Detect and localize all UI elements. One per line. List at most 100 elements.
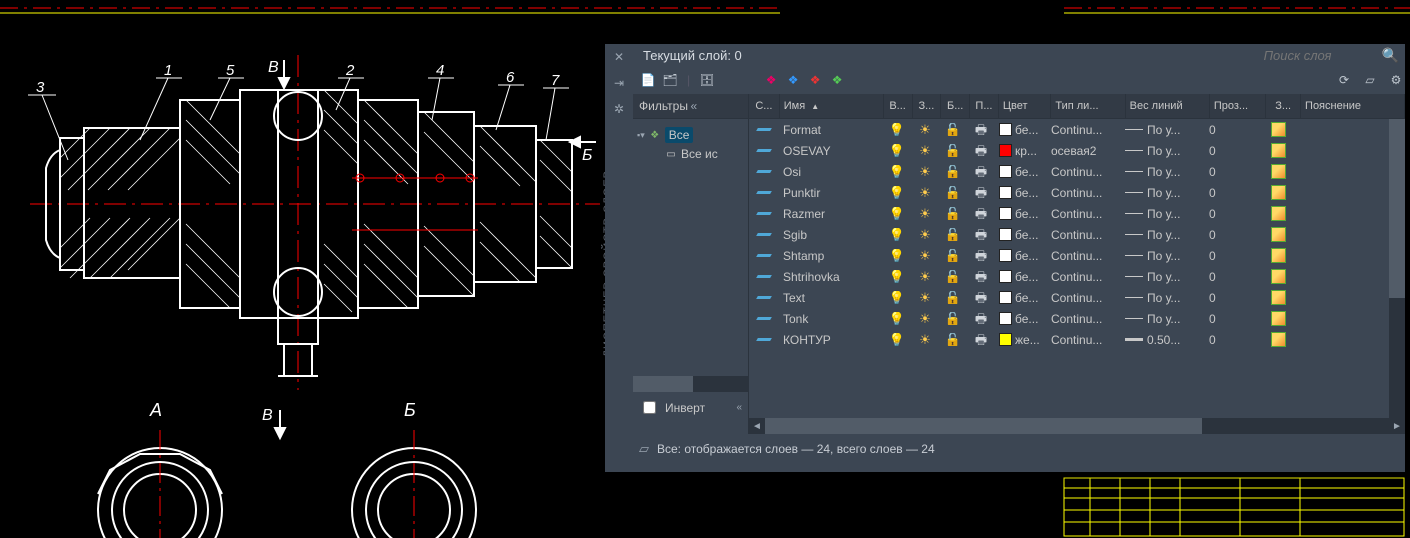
layer-transparency-cell[interactable]: 0 — [1205, 291, 1261, 305]
hscroll-right-icon[interactable]: ► — [1389, 421, 1405, 432]
col-linetype[interactable]: Тип ли... — [1051, 94, 1125, 118]
layer-name-cell[interactable]: Tonk — [779, 312, 883, 326]
plotstyle-icon[interactable] — [1271, 248, 1286, 263]
layer-color-cell[interactable]: бе... — [995, 165, 1047, 179]
lightbulb-icon[interactable]: 💡 — [889, 312, 905, 325]
printer-icon[interactable]: 🖶 — [975, 291, 987, 304]
layer-transparency-cell[interactable]: 0 — [1205, 228, 1261, 242]
layer-row[interactable]: Sgib💡☀🔓🖶бе...Continu...По у...0 — [749, 224, 1405, 245]
pin-icon[interactable]: ⇥ — [612, 76, 626, 90]
plotstyle-icon[interactable] — [1271, 227, 1286, 242]
layer-filter-blue-icon[interactable]: ❖ — [784, 71, 802, 89]
layer-linetype-cell[interactable]: Continu... — [1047, 291, 1121, 305]
layer-transparency-cell[interactable]: 0 — [1205, 249, 1261, 263]
lightbulb-icon[interactable]: 💡 — [889, 207, 905, 220]
layer-lineweight-cell[interactable]: По у... — [1121, 207, 1205, 221]
lock-open-icon[interactable]: 🔓 — [945, 186, 961, 199]
layer-linetype-cell[interactable]: Continu... — [1047, 270, 1121, 284]
plotstyle-icon[interactable] — [1271, 311, 1286, 326]
layer-transparency-cell[interactable]: 0 — [1205, 333, 1261, 347]
sun-icon[interactable]: ☀ — [919, 165, 931, 178]
layer-hscroll[interactable]: ◄ ► — [749, 418, 1405, 434]
lightbulb-icon[interactable]: 💡 — [889, 249, 905, 262]
layer-name-cell[interactable]: Punktir — [779, 186, 883, 200]
layer-state-manager-icon[interactable]: 🗄 — [698, 71, 716, 89]
col-on[interactable]: В... — [884, 94, 913, 118]
lightbulb-icon[interactable]: 💡 — [889, 186, 905, 199]
layer-filter-red2-icon[interactable]: ❖ — [806, 71, 824, 89]
layer-row[interactable]: Razmer💡☀🔓🖶бе...Continu...По у...0 — [749, 203, 1405, 224]
layer-row[interactable]: Text💡☀🔓🖶бе...Continu...По у...0 — [749, 287, 1405, 308]
lock-open-icon[interactable]: 🔓 — [945, 207, 961, 220]
printer-icon[interactable]: 🖶 — [975, 333, 987, 346]
lightbulb-icon[interactable]: 💡 — [889, 228, 905, 241]
layer-name-cell[interactable]: Shtamp — [779, 249, 883, 263]
sun-icon[interactable]: ☀ — [919, 291, 931, 304]
layer-name-cell[interactable]: КОНТУР — [779, 333, 883, 347]
layer-name-cell[interactable]: Razmer — [779, 207, 883, 221]
plotstyle-icon[interactable] — [1271, 122, 1286, 137]
layer-name-cell[interactable]: Osi — [779, 165, 883, 179]
layer-lineweight-cell[interactable]: По у... — [1121, 144, 1205, 158]
col-lineweight[interactable]: Вес линий — [1126, 94, 1210, 118]
layer-lineweight-cell[interactable]: По у... — [1121, 312, 1205, 326]
filter-hscroll[interactable] — [633, 376, 748, 392]
layer-lineweight-cell[interactable]: 0.50... — [1121, 333, 1205, 347]
lock-open-icon[interactable]: 🔓 — [945, 312, 961, 325]
layer-color-cell[interactable]: кр... — [995, 144, 1047, 158]
layer-transparency-cell[interactable]: 0 — [1205, 270, 1261, 284]
plotstyle-icon[interactable] — [1271, 143, 1286, 158]
layer-color-cell[interactable]: бе... — [995, 249, 1047, 263]
layer-filter-green-icon[interactable]: ❖ — [828, 71, 846, 89]
plotstyle-icon[interactable] — [1271, 164, 1286, 179]
layer-lineweight-cell[interactable]: По у... — [1121, 186, 1205, 200]
lock-open-icon[interactable]: 🔓 — [945, 249, 961, 262]
layer-row[interactable]: Shtamp💡☀🔓🖶бе...Continu...По у...0 — [749, 245, 1405, 266]
layer-row[interactable]: КОНТУР💡☀🔓🖶же...Continu...0.50...0 — [749, 329, 1405, 350]
lock-open-icon[interactable]: 🔓 — [945, 333, 961, 346]
refresh-icon[interactable]: ⟳ — [1335, 71, 1353, 89]
lightbulb-icon[interactable]: 💡 — [889, 270, 905, 283]
col-description[interactable]: Пояснение — [1301, 94, 1405, 118]
lightbulb-icon[interactable]: 💡 — [889, 291, 905, 304]
layer-linetype-cell[interactable]: Continu... — [1047, 249, 1121, 263]
layer-vscroll[interactable] — [1389, 119, 1405, 418]
plotstyle-icon[interactable] — [1271, 269, 1286, 284]
sun-icon[interactable]: ☀ — [919, 312, 931, 325]
sun-icon[interactable]: ☀ — [919, 270, 931, 283]
plotstyle-icon[interactable] — [1271, 206, 1286, 221]
layer-lineweight-cell[interactable]: По у... — [1121, 270, 1205, 284]
invert-filter-checkbox[interactable] — [643, 401, 656, 414]
layer-lineweight-cell[interactable]: По у... — [1121, 249, 1205, 263]
layer-linetype-cell[interactable]: Continu... — [1047, 228, 1121, 242]
layer-color-cell[interactable]: бе... — [995, 186, 1047, 200]
settings-gear-icon[interactable]: ✲ — [612, 102, 626, 116]
lock-open-icon[interactable]: 🔓 — [945, 144, 961, 157]
filter-tree-all-used[interactable]: ▭ Все ис — [637, 145, 744, 163]
lock-open-icon[interactable]: 🔓 — [945, 270, 961, 283]
layer-linetype-cell[interactable]: Continu... — [1047, 165, 1121, 179]
lightbulb-icon[interactable]: 💡 — [889, 165, 905, 178]
printer-icon[interactable]: 🖶 — [975, 186, 987, 199]
layer-transparency-cell[interactable]: 0 — [1205, 312, 1261, 326]
layer-linetype-cell[interactable]: осевая2 — [1047, 144, 1121, 158]
layer-filter-red-icon[interactable]: ❖ — [762, 71, 780, 89]
layer-row[interactable]: Shtrihovka💡☀🔓🖶бе...Continu...По у...0 — [749, 266, 1405, 287]
collapse-filter-icon[interactable]: « — [691, 99, 743, 113]
layer-color-cell[interactable]: бе... — [995, 270, 1047, 284]
layer-row[interactable]: Format💡☀🔓🖶бе...Continu...По у...0 — [749, 119, 1405, 140]
new-layer-icon[interactable]: 📄 — [639, 71, 657, 89]
plotstyle-icon[interactable] — [1271, 185, 1286, 200]
plotstyle-icon[interactable] — [1271, 332, 1286, 347]
layer-color-cell[interactable]: бе... — [995, 312, 1047, 326]
layer-lineweight-cell[interactable]: По у... — [1121, 228, 1205, 242]
printer-icon[interactable]: 🖶 — [975, 270, 987, 283]
printer-icon[interactable]: 🖶 — [975, 249, 987, 262]
col-color[interactable]: Цвет — [999, 94, 1052, 118]
sun-icon[interactable]: ☀ — [919, 123, 931, 136]
layer-transparency-cell[interactable]: 0 — [1205, 186, 1261, 200]
filter-tree-all[interactable]: ▪▾ ❖ Все — [637, 125, 744, 145]
layer-transparency-cell[interactable]: 0 — [1205, 207, 1261, 221]
layer-transparency-cell[interactable]: 0 — [1205, 144, 1261, 158]
close-icon[interactable]: ✕ — [612, 50, 626, 64]
